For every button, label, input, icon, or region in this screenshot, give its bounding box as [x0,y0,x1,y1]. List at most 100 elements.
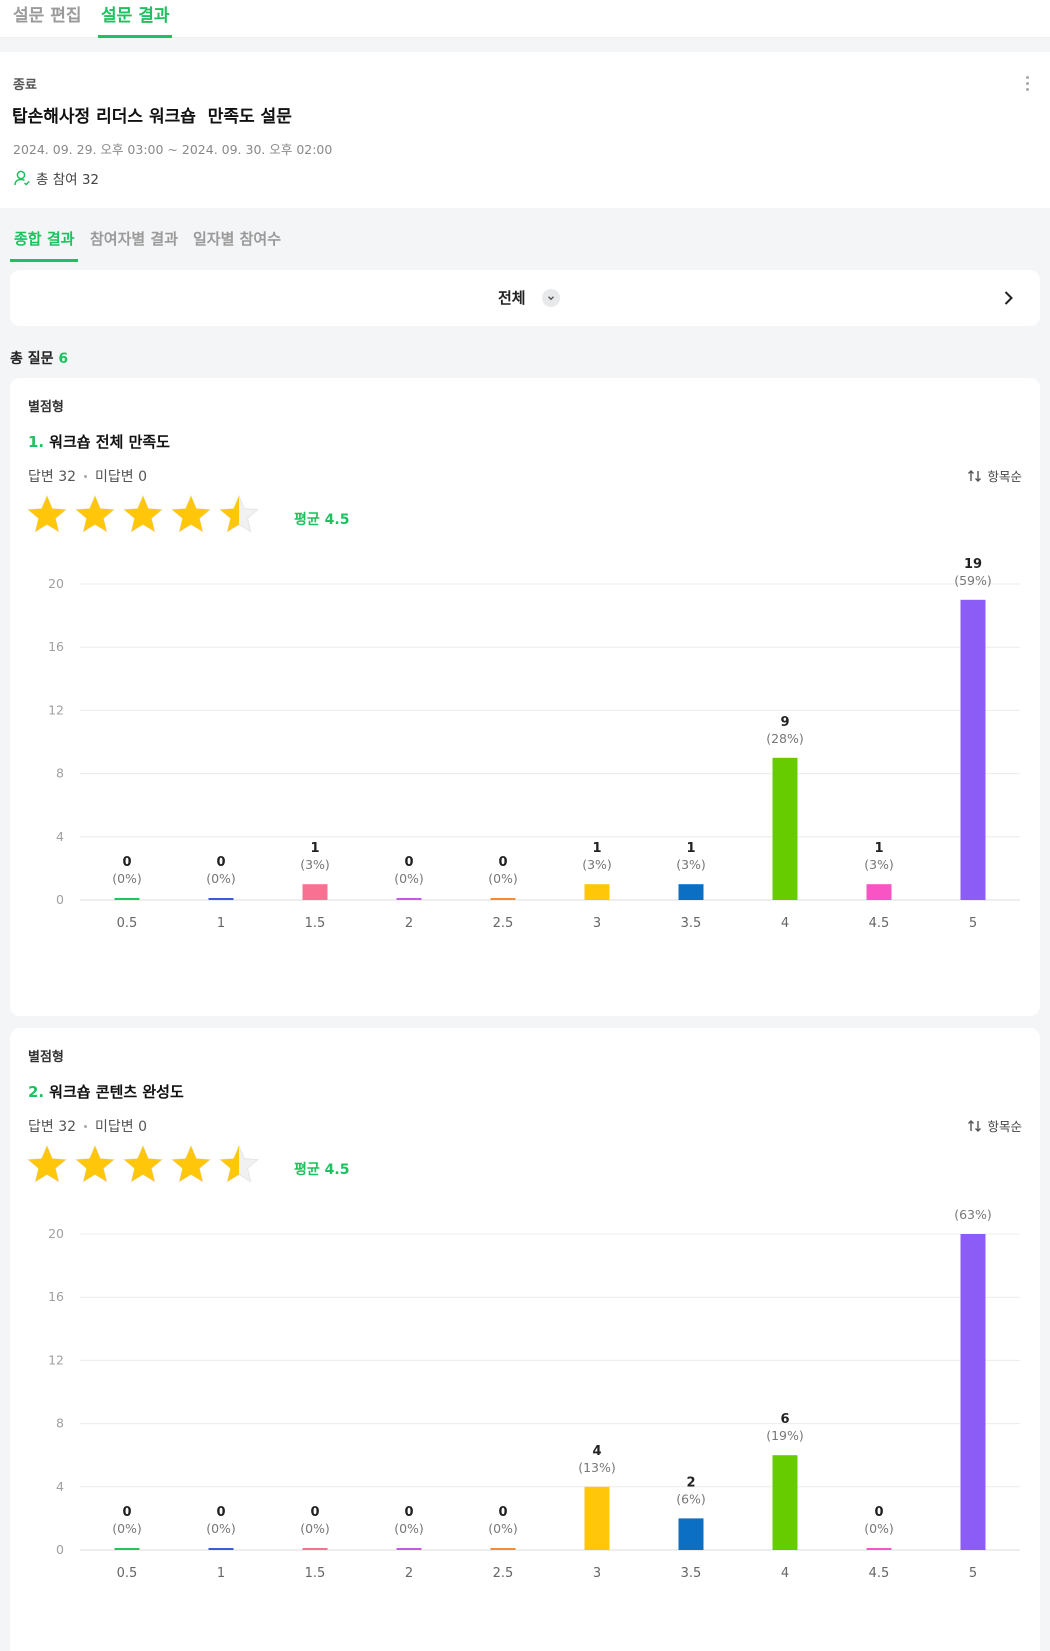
x-tick-label: 0.5 [117,916,138,931]
question-number: 1. [28,433,45,451]
bar-percent-label: (0%) [864,1521,894,1536]
bar-percent-label: (0%) [112,871,142,886]
bar [866,884,892,900]
star-icon [26,494,68,533]
x-tick-label: 3.5 [681,916,702,931]
bar-value-label: 4 [592,1444,601,1459]
x-tick-label: 2 [405,916,413,931]
bar [114,898,140,900]
question-card: 별점형 1. 워크숍 전체 만족도 답변 32 미답변 0 항목순 평균 4.5 … [10,378,1040,1016]
average-score: 평균 4.5 [294,512,350,528]
bar-value-label: 1 [592,841,601,856]
total-questions-count: 6 [58,351,69,367]
bar-percent-label: (0%) [206,1521,236,1536]
bar-value-label: 1 [310,841,319,856]
tab-participant-results[interactable]: 참여자별 결과 [90,226,178,262]
bar-percent-label: (0%) [112,1521,142,1536]
star-icon [170,1144,212,1183]
y-tick-label: 8 [56,766,64,781]
bar [678,884,704,900]
x-tick-label: 4.5 [869,1566,890,1581]
more-options-icon[interactable] [1026,76,1030,94]
answered-count: 답변 32 [28,1119,77,1135]
x-tick-label: 5 [969,1566,977,1581]
participants-label: 총 참여 32 [36,172,100,188]
y-tick-label: 12 [48,1352,64,1367]
sort-button[interactable]: 항목순 [967,1116,1022,1135]
survey-title: 탑손해사정 리더스 워크숍 만족도 설문 [12,107,292,127]
bar [584,884,610,900]
filter-selector[interactable]: 전체 [10,270,1040,326]
tab-daily-participation[interactable]: 일자별 참여수 [193,226,281,262]
bar [396,1548,422,1550]
y-tick-label: 20 [48,576,64,591]
status-badge: 종료 [13,78,37,93]
bar-percent-label: (3%) [676,857,706,872]
x-tick-label: 5 [969,916,977,931]
y-tick-label: 4 [56,829,64,844]
answer-stats: 답변 32 미답변 0 [28,1116,147,1136]
bar-value-label: 0 [122,855,131,870]
x-tick-label: 4 [781,1566,789,1581]
bar-value-label: 0 [404,855,413,870]
question-title-text: 워크숍 전체 만족도 [49,433,170,451]
sort-icon [968,1119,982,1132]
bar-percent-label: (28%) [766,731,804,746]
bar [302,884,328,900]
question-type: 별점형 [28,1050,64,1065]
bar [866,1548,892,1550]
x-tick-label: 4 [781,916,789,931]
participants-count: 총 참여 32 [13,168,99,188]
bar [960,599,986,900]
bar-percent-label: (63%) [954,1208,992,1222]
star-icon [74,1144,116,1183]
bar-percent-label: (3%) [582,857,612,872]
x-tick-label: 0.5 [117,1566,138,1581]
bar-value-label: 0 [874,1505,883,1520]
chevron-right-icon[interactable] [998,288,1018,308]
star-icon [74,494,116,533]
y-tick-label: 16 [48,1289,64,1304]
bar [208,1548,234,1550]
bar-value-label: 1 [686,841,695,856]
x-tick-label: 1 [217,916,225,931]
user-icon [14,170,30,186]
sort-icon [968,469,982,482]
question-title: 2. 워크숍 콘텐츠 완성도 [28,1081,184,1102]
x-tick-label: 4.5 [869,916,890,931]
tab-overall-results[interactable]: 종합 결과 [10,226,79,262]
bar [490,1548,516,1550]
x-tick-label: 2.5 [493,916,514,931]
star-icon [218,494,260,533]
bar-value-label: 0 [404,1505,413,1520]
bar [772,1455,798,1550]
x-tick-label: 1.5 [305,916,326,931]
bar-percent-label: (19%) [766,1428,804,1443]
bar [678,1518,704,1550]
bar [490,898,516,900]
sort-button[interactable]: 항목순 [967,466,1022,485]
survey-period: 2024. 09. 29. 오후 03:00 ~ 2024. 09. 30. 오… [13,142,333,157]
question-card: 별점형 2. 워크숍 콘텐츠 완성도 답변 32 미답변 0 항목순 평균 4.5… [10,1028,1040,1651]
bar-percent-label: (3%) [300,857,330,872]
bar-value-label: 0 [310,1505,319,1520]
bar-percent-label: (0%) [394,871,424,886]
separator-dot [84,474,88,478]
bar-value-label: 0 [498,855,507,870]
bar-value-label: 1 [874,841,883,856]
bar [960,1234,986,1550]
x-tick-label: 2 [405,1566,413,1581]
answered-count: 답변 32 [28,469,77,485]
star-icon [122,1144,164,1183]
bar [302,1548,328,1550]
bar-chart: 0481216200(0%)0.50(0%)10(0%)1.50(0%)20(0… [48,1208,1020,1581]
tab-survey-edit[interactable]: 설문 편집 [13,2,81,38]
x-tick-label: 2.5 [493,1566,514,1581]
chevron-down-icon[interactable] [542,289,560,307]
survey-info-card: 종료 탑손해사정 리더스 워크숍 만족도 설문 2024. 09. 29. 오후… [0,52,1050,208]
y-tick-label: 0 [56,892,64,907]
x-tick-label: 3 [593,1566,601,1581]
tab-survey-results[interactable]: 설문 결과 [98,2,173,38]
y-tick-label: 0 [56,1542,64,1557]
top-tab-bar: 설문 편집 설문 결과 [0,0,1050,38]
